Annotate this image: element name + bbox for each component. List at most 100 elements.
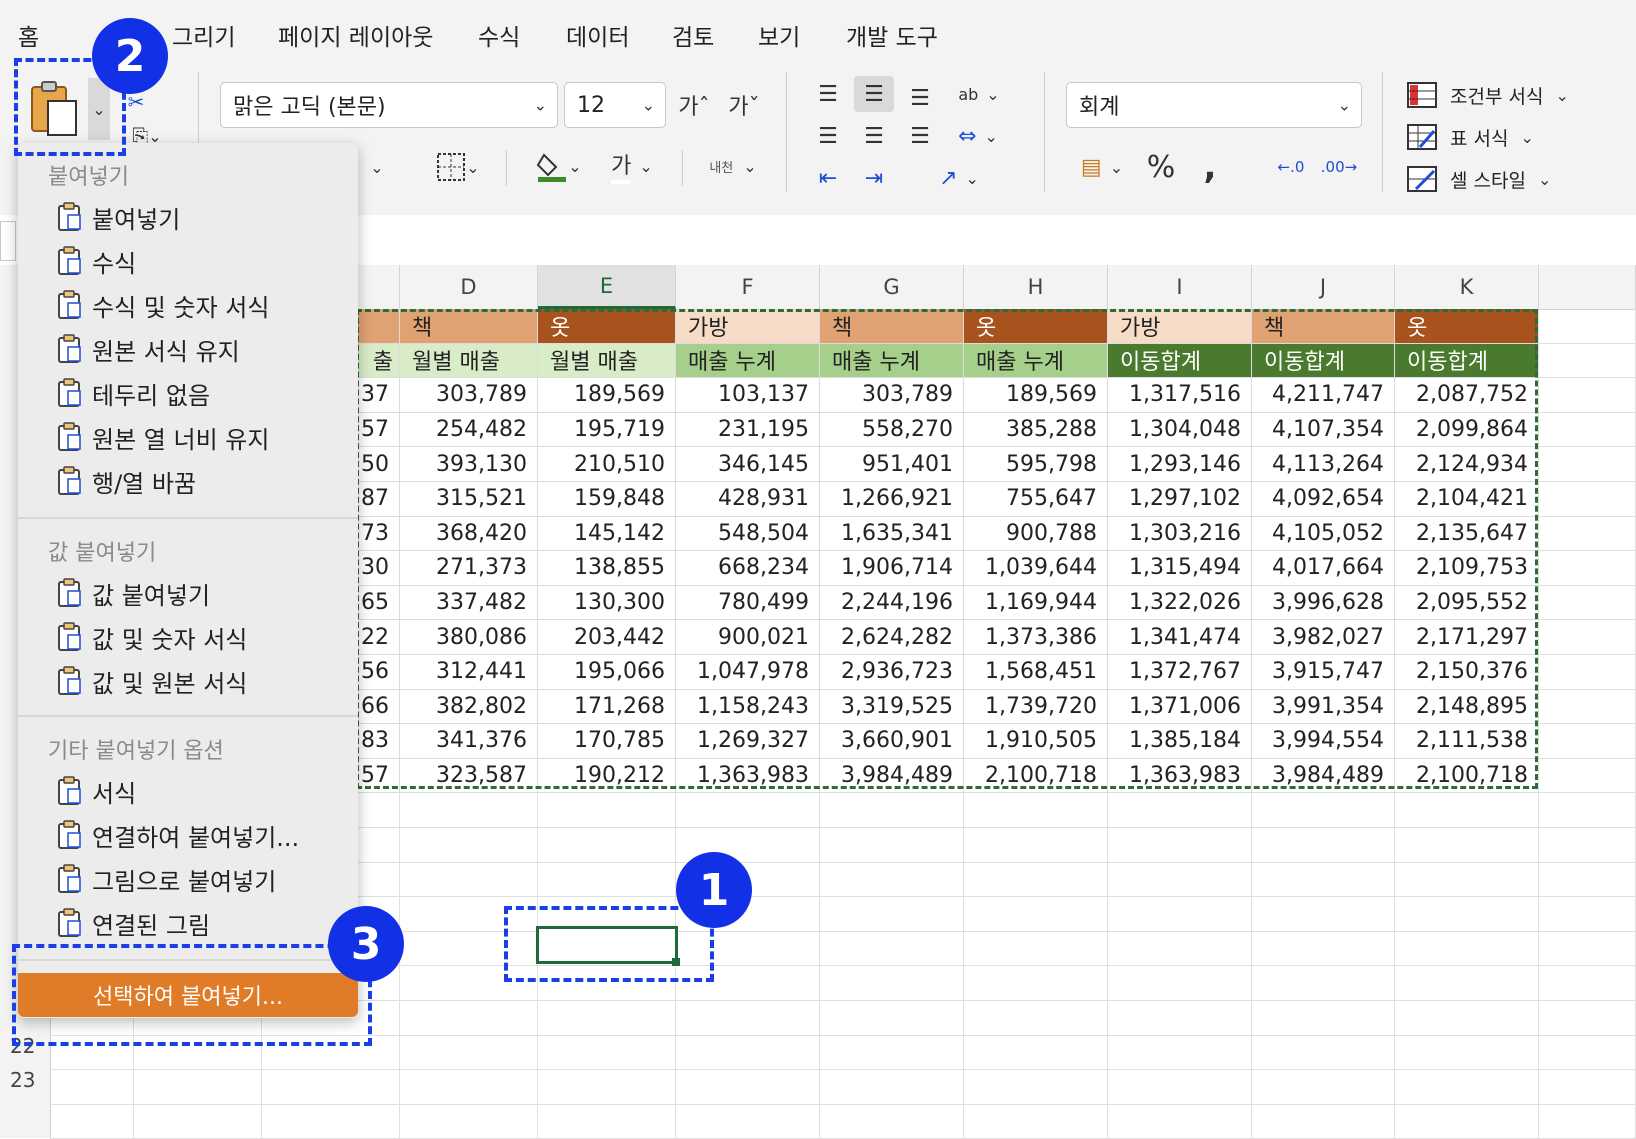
- table-cell[interactable]: 312,441: [400, 655, 538, 690]
- table-cell[interactable]: 4,211,747: [1252, 378, 1395, 413]
- table-cell[interactable]: 3,660,901: [820, 724, 964, 759]
- table-cell[interactable]: 1,373,386: [964, 620, 1108, 655]
- table-cell[interactable]: 548,504: [676, 516, 820, 552]
- label-header-cell[interactable]: 매출 누계: [964, 343, 1108, 379]
- table-cell[interactable]: 271,373: [400, 551, 538, 586]
- table-cell[interactable]: 170,785: [538, 724, 676, 759]
- table-cell[interactable]: 2,124,934: [1395, 447, 1539, 482]
- menu-item-paste-picture[interactable]: 그림으로 붙여넣기: [56, 859, 276, 899]
- merge-center-button[interactable]: ⇔ ⌄: [948, 118, 1008, 154]
- column-header-k[interactable]: K: [1395, 265, 1539, 309]
- percent-button[interactable]: %: [1140, 146, 1182, 188]
- menu-item-keep-source-format[interactable]: 원본 서식 유지: [56, 329, 240, 369]
- decrease-indent-button[interactable]: ⇤: [810, 160, 846, 196]
- align-top-button[interactable]: ☰: [810, 76, 846, 112]
- table-cell[interactable]: 138,855: [538, 551, 676, 586]
- table-cell[interactable]: 2,109,753: [1395, 551, 1539, 586]
- category-header-cell[interactable]: 옷: [538, 309, 676, 344]
- table-cell[interactable]: 1,297,102: [1108, 482, 1252, 517]
- table-cell[interactable]: 189,569: [538, 378, 676, 413]
- table-cell[interactable]: 1,158,243: [676, 689, 820, 725]
- column-header-h[interactable]: H: [964, 265, 1108, 309]
- category-header-cell[interactable]: 책: [820, 309, 964, 344]
- table-cell[interactable]: 190,212: [538, 758, 676, 794]
- table-cell[interactable]: 1,293,146: [1108, 447, 1252, 482]
- table-cell[interactable]: 3,319,525: [820, 689, 964, 725]
- table-cell[interactable]: 393,130: [400, 447, 538, 482]
- table-cell[interactable]: 368,420: [400, 516, 538, 552]
- table-cell[interactable]: 668,234: [676, 551, 820, 586]
- tab-view[interactable]: 보기: [758, 18, 800, 52]
- table-cell[interactable]: 1,363,983: [676, 758, 820, 794]
- table-cell[interactable]: 1,739,720: [964, 689, 1108, 725]
- menu-item-paste[interactable]: 붙여넣기: [56, 197, 180, 237]
- table-cell[interactable]: 1,317,516: [1108, 378, 1252, 413]
- table-cell[interactable]: 3,984,489: [820, 758, 964, 794]
- table-cell[interactable]: 2,624,282: [820, 620, 964, 655]
- label-header-cell[interactable]: 매출 누계: [676, 343, 820, 379]
- table-cell[interactable]: 382,802: [400, 689, 538, 725]
- tab-page-layout[interactable]: 페이지 레이아웃: [278, 18, 433, 52]
- table-cell[interactable]: 2,100,718: [964, 758, 1108, 794]
- label-header-cell[interactable]: 월별 매출: [538, 343, 676, 379]
- table-cell[interactable]: 3,982,027: [1252, 620, 1395, 655]
- table-cell[interactable]: 1,047,978: [676, 655, 820, 690]
- table-cell[interactable]: 1,363,983: [1108, 758, 1252, 794]
- currency-button[interactable]: ▤ ⌄: [1070, 146, 1134, 188]
- label-header-cell[interactable]: 이동합계: [1108, 343, 1252, 379]
- table-cell[interactable]: 3,996,628: [1252, 585, 1395, 621]
- table-cell[interactable]: 428,931: [676, 482, 820, 517]
- table-cell[interactable]: 3,915,747: [1252, 655, 1395, 690]
- category-header-cell[interactable]: 옷: [964, 309, 1108, 344]
- table-cell[interactable]: 159,848: [538, 482, 676, 517]
- table-cell[interactable]: 1,371,006: [1108, 689, 1252, 725]
- table-cell[interactable]: 2,095,552: [1395, 585, 1539, 621]
- table-cell[interactable]: 1,269,327: [676, 724, 820, 759]
- table-cell[interactable]: 303,789: [400, 378, 538, 413]
- align-bottom-button[interactable]: ☰: [902, 80, 938, 116]
- menu-item-formatting[interactable]: 서식: [56, 771, 136, 811]
- table-cell[interactable]: 203,442: [538, 620, 676, 655]
- table-cell[interactable]: 1,906,714: [820, 551, 964, 586]
- table-cell[interactable]: 145,142: [538, 516, 676, 552]
- increase-decimal-button[interactable]: ←.0: [1270, 146, 1312, 188]
- format-as-table-button[interactable]: 표 서식 ⌄: [1406, 120, 1636, 154]
- table-cell[interactable]: 951,401: [820, 447, 964, 482]
- align-middle-button[interactable]: ☰: [854, 76, 894, 112]
- table-cell[interactable]: 315,521: [400, 482, 538, 517]
- menu-item-values-number-format[interactable]: 값 및 숫자 서식: [56, 617, 247, 657]
- table-cell[interactable]: 900,021: [676, 620, 820, 655]
- table-cell[interactable]: 1,385,184: [1108, 724, 1252, 759]
- menu-item-linked-picture[interactable]: 연결된 그림: [56, 903, 210, 943]
- column-header-f[interactable]: F: [676, 265, 820, 309]
- table-cell[interactable]: 595,798: [964, 447, 1108, 482]
- decrease-decimal-button[interactable]: .00→: [1318, 146, 1360, 188]
- table-cell[interactable]: 337,482: [400, 585, 538, 621]
- table-cell[interactable]: 1,372,767: [1108, 655, 1252, 690]
- table-cell[interactable]: 1,266,921: [820, 482, 964, 517]
- borders-button[interactable]: ⌄: [426, 148, 490, 186]
- column-header-g[interactable]: G: [820, 265, 964, 309]
- label-header-cell[interactable]: 이동합계: [1252, 343, 1395, 379]
- column-header-l[interactable]: [1539, 265, 1636, 309]
- table-cell[interactable]: 755,647: [964, 482, 1108, 517]
- increase-indent-button[interactable]: ⇥: [856, 160, 892, 196]
- table-cell[interactable]: 4,107,354: [1252, 412, 1395, 448]
- table-cell[interactable]: 2,171,297: [1395, 620, 1539, 655]
- row-header-23[interactable]: 23: [0, 1063, 50, 1097]
- align-left-button[interactable]: ☰: [810, 118, 846, 154]
- category-header-cell[interactable]: 책: [1252, 309, 1395, 344]
- table-cell[interactable]: 558,270: [820, 412, 964, 448]
- table-cell[interactable]: 2,087,752: [1395, 378, 1539, 413]
- column-header-e[interactable]: E: [538, 265, 676, 309]
- table-cell[interactable]: 2,150,376: [1395, 655, 1539, 690]
- tab-draw[interactable]: 그리기: [172, 18, 235, 52]
- category-header-cell[interactable]: 가방: [1108, 309, 1252, 344]
- table-cell[interactable]: 346,145: [676, 447, 820, 482]
- menu-item-no-borders[interactable]: 테두리 없음: [56, 373, 210, 413]
- fill-color-button[interactable]: ⌄: [528, 146, 590, 186]
- table-cell[interactable]: 2,244,196: [820, 585, 964, 621]
- table-cell[interactable]: 2,104,421: [1395, 482, 1539, 517]
- menu-item-formulas-number-format[interactable]: 수식 및 숫자 서식: [56, 285, 269, 325]
- column-header-i[interactable]: I: [1108, 265, 1252, 309]
